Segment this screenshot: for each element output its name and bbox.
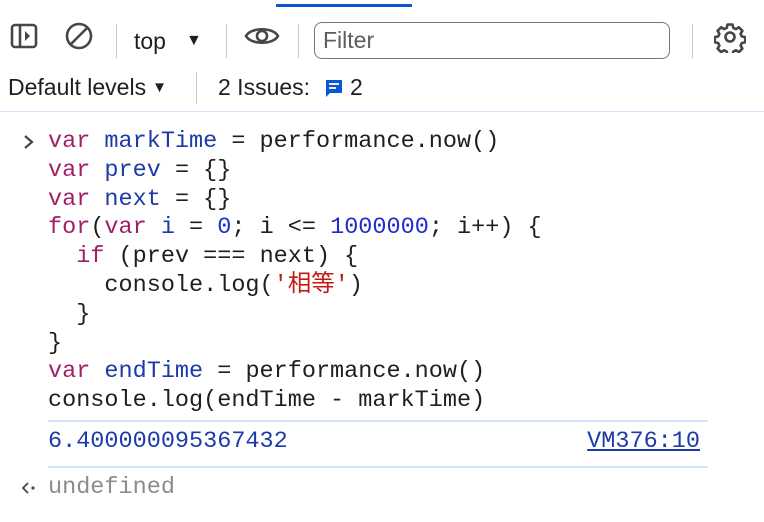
code-line: var markTime = performance.now(): [48, 128, 542, 157]
divider: [48, 466, 708, 468]
code-token: }: [48, 329, 63, 357]
code-token: var: [48, 185, 91, 213]
console-sub-toolbar: Default levels ▼ 2 Issues: 2: [0, 66, 764, 112]
code-token: var: [48, 358, 91, 386]
log-value: 6.400000095367432: [48, 428, 288, 455]
issues-count: 2: [350, 74, 363, 100]
code-token: }: [48, 300, 91, 328]
code-line: if (prev === next) {: [48, 243, 542, 272]
code-token: (prev === next) {: [104, 243, 359, 271]
issues-button[interactable]: 2 Issues: 2: [218, 74, 363, 101]
code-token: ; i <=: [231, 214, 331, 242]
toolbar-divider: [692, 24, 693, 58]
code-token: ; i++) {: [428, 214, 542, 242]
code-token: console.log(: [48, 271, 274, 299]
return-arrow-icon: [20, 478, 38, 505]
code-token: ): [348, 271, 363, 299]
code-line: var endTime = performance.now(): [48, 358, 542, 387]
code-line: }: [48, 330, 542, 359]
filter-input-box[interactable]: [314, 22, 670, 59]
code-line: var next = {}: [48, 186, 542, 215]
divider: [48, 420, 708, 422]
toolbar-divider: [116, 24, 117, 58]
code-token: = performance.now(): [217, 128, 500, 155]
code-line: }: [48, 301, 542, 330]
console-toolbar: top ▼: [0, 6, 764, 63]
code-token: if: [76, 243, 105, 271]
code-line: console.log('相等'): [48, 272, 542, 301]
sidebar-toggle-icon[interactable]: [8, 20, 40, 52]
toolbar-divider: [298, 24, 299, 58]
code-token: console.log(endTime - markTime): [48, 387, 486, 415]
toolbar-divider: [196, 72, 197, 104]
code-token: prev: [104, 156, 161, 184]
issues-label: 2 Issues:: [218, 74, 311, 100]
source-link[interactable]: VM376:10: [587, 428, 700, 455]
return-value: undefined: [48, 474, 175, 501]
log-levels-label: Default levels: [8, 74, 147, 100]
code-line: for(var i = 0; i <= 1000000; i++) {: [48, 214, 542, 243]
code-token: next: [104, 185, 161, 213]
code-token: i: [160, 214, 175, 242]
code-token: = {}: [160, 185, 232, 213]
chevron-right-icon: [22, 132, 36, 159]
context-label: top: [134, 27, 166, 54]
return-value-row: undefined: [0, 474, 764, 504]
context-selector[interactable]: top ▼: [134, 26, 202, 56]
code-line: console.log(endTime - markTime): [48, 387, 542, 416]
code-token: 1000000: [330, 214, 429, 242]
code-token: = performance.now(): [203, 358, 486, 386]
message-icon: [324, 78, 344, 98]
caret-down-icon: ▼: [185, 32, 202, 49]
code-token: for: [48, 214, 91, 242]
code-token: var: [48, 156, 91, 184]
log-levels-dropdown[interactable]: Default levels ▼: [8, 74, 167, 101]
code-token: = {}: [160, 156, 232, 184]
code-token: markTime: [104, 128, 218, 155]
code-token: var: [104, 214, 147, 242]
code-line: var prev = {}: [48, 157, 542, 186]
code-token: var: [48, 128, 91, 155]
log-message-row: 6.400000095367432 VM376:10: [48, 428, 700, 458]
code-token: '相等': [273, 271, 349, 299]
filter-input[interactable]: [323, 27, 669, 54]
code-token: 0: [217, 214, 232, 242]
caret-down-icon: ▼: [152, 79, 167, 96]
gear-icon[interactable]: [712, 20, 748, 54]
code-token: endTime: [104, 358, 204, 386]
code-token: =: [174, 214, 218, 242]
code-token: (: [90, 214, 105, 242]
clear-console-icon[interactable]: [62, 20, 96, 52]
input-code-block[interactable]: var markTime = performance.now() var prev…: [48, 128, 542, 416]
eye-icon[interactable]: [242, 20, 282, 52]
toolbar-divider: [226, 24, 227, 58]
